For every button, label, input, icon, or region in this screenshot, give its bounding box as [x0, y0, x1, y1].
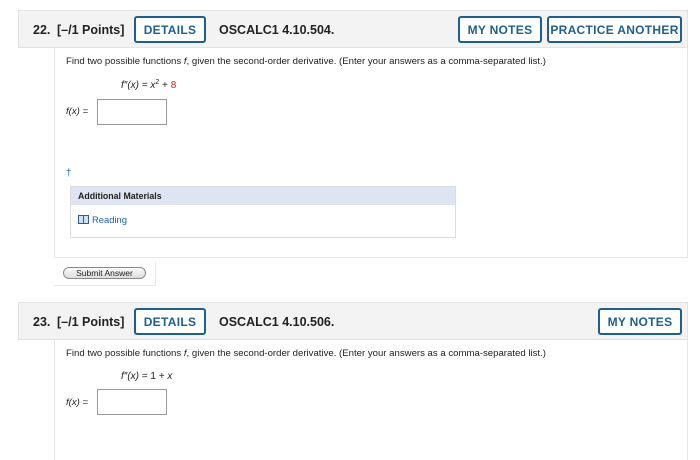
question-prompt: Find two possible functions f, given the… — [66, 348, 546, 359]
highlighted-constant: 8 — [170, 80, 177, 91]
question-23-body: Find two possible functions f, given the… — [54, 340, 688, 460]
dagger-mark: † — [66, 168, 72, 179]
answer-input[interactable] — [97, 389, 167, 415]
second-derivative-formula: f″(x) = x2 + 8 — [121, 79, 177, 91]
submit-area: Submit Answer — [54, 262, 156, 286]
question-number: 22. — [33, 23, 51, 37]
question-prompt: Find two possible functions f, given the… — [66, 56, 546, 67]
practice-another-button[interactable]: PRACTICE ANOTHER — [547, 16, 682, 43]
question-points: [–/1 Points] — [57, 315, 125, 329]
second-derivative-formula: f″(x) = 1 + x — [121, 371, 173, 382]
my-notes-button[interactable]: MY NOTES — [598, 308, 682, 335]
answer-input[interactable] — [97, 99, 167, 125]
details-button[interactable]: DETAILS — [134, 308, 206, 335]
additional-materials-panel: Additional Materials Reading — [70, 186, 456, 238]
submit-answer-button[interactable]: Submit Answer — [63, 267, 146, 279]
my-notes-button[interactable]: MY NOTES — [458, 16, 542, 43]
reading-link[interactable]: Reading — [78, 214, 127, 225]
question-code: OSCALC1 4.10.504. — [219, 23, 335, 37]
question-number: 23. — [33, 315, 51, 329]
question-code: OSCALC1 4.10.506. — [219, 315, 335, 329]
book-icon — [78, 215, 89, 224]
question-22-body: Find two possible functions f, given the… — [54, 48, 688, 258]
answer-label: f(x) = — [66, 106, 89, 117]
question-22-header: 22. [–/1 Points] DETAILS OSCALC1 4.10.50… — [18, 10, 688, 48]
question-points: [–/1 Points] — [57, 23, 125, 37]
additional-materials-heading: Additional Materials — [71, 187, 455, 205]
question-23-header: 23. [–/1 Points] DETAILS OSCALC1 4.10.50… — [18, 302, 688, 340]
answer-label: f(x) = — [66, 397, 89, 408]
details-button[interactable]: DETAILS — [134, 16, 206, 43]
